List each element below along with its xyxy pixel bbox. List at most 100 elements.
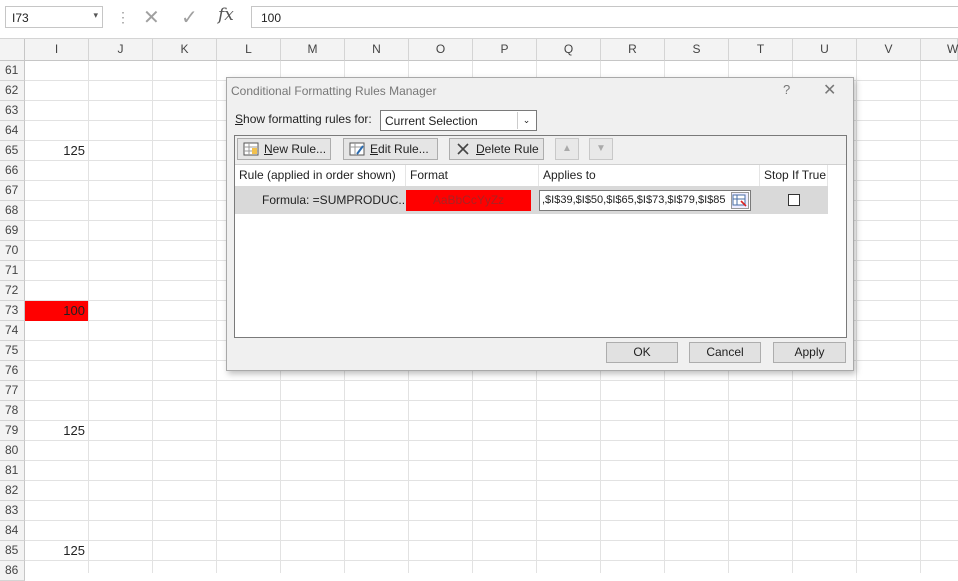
row-header-67[interactable]: 67 bbox=[0, 181, 25, 201]
column-header-u[interactable]: U bbox=[793, 39, 857, 61]
cancel-button[interactable]: Cancel bbox=[689, 342, 761, 363]
name-box[interactable]: I73 ▾ bbox=[5, 6, 103, 28]
cell-i85[interactable]: 125 bbox=[25, 541, 88, 561]
column-header-m[interactable]: M bbox=[281, 39, 345, 61]
show-rules-value: Current Selection bbox=[385, 114, 478, 128]
grid-line bbox=[25, 420, 958, 421]
row-header-77[interactable]: 77 bbox=[0, 381, 25, 401]
row-header-79[interactable]: 79 bbox=[0, 421, 25, 441]
column-header-n[interactable]: N bbox=[345, 39, 409, 61]
row-header-84[interactable]: 84 bbox=[0, 521, 25, 541]
delete-icon bbox=[457, 143, 469, 155]
row-header-83[interactable]: 83 bbox=[0, 501, 25, 521]
row-header-75[interactable]: 75 bbox=[0, 341, 25, 361]
column-header-l[interactable]: L bbox=[217, 39, 281, 61]
column-applies-to[interactable]: Applies to bbox=[539, 165, 760, 186]
column-header-p[interactable]: P bbox=[473, 39, 537, 61]
row-header-70[interactable]: 70 bbox=[0, 241, 25, 261]
column-header-t[interactable]: T bbox=[729, 39, 793, 61]
row-header-76[interactable]: 76 bbox=[0, 361, 25, 381]
grid-line bbox=[25, 540, 958, 541]
new-rule-button[interactable]: New Rule... bbox=[237, 138, 331, 160]
apply-button[interactable]: Apply bbox=[773, 342, 846, 363]
row-header-66[interactable]: 66 bbox=[0, 161, 25, 181]
column-header-q[interactable]: Q bbox=[537, 39, 601, 61]
column-header-o[interactable]: O bbox=[409, 39, 473, 61]
delete-rule-button[interactable]: Delete Rule bbox=[449, 138, 544, 160]
row-header-62[interactable]: 62 bbox=[0, 81, 25, 101]
column-format[interactable]: Format bbox=[406, 165, 539, 186]
stop-if-true-checkbox[interactable] bbox=[788, 194, 800, 206]
row-header-81[interactable]: 81 bbox=[0, 461, 25, 481]
row-header-71[interactable]: 71 bbox=[0, 261, 25, 281]
column-header-v[interactable]: V bbox=[857, 39, 921, 61]
help-icon[interactable]: ? bbox=[783, 82, 790, 97]
formula-bar: I73 ▾ ⋮ ✕ ✓ fx 100 bbox=[0, 0, 958, 39]
move-down-button[interactable]: ▼ bbox=[589, 138, 613, 160]
grid-line bbox=[25, 480, 958, 481]
rule-description: Formula: =SUMPRODUC... bbox=[262, 193, 409, 207]
row-header-65[interactable]: 65 bbox=[0, 141, 25, 161]
grid-line bbox=[88, 61, 89, 573]
range-selector-icon[interactable] bbox=[731, 192, 749, 209]
move-up-button[interactable]: ▲ bbox=[555, 138, 579, 160]
row-header-63[interactable]: 63 bbox=[0, 101, 25, 121]
show-rules-label: Show formatting rules for: bbox=[235, 112, 372, 126]
grid-line bbox=[25, 400, 958, 401]
applies-to-field[interactable]: ,$I$39,$I$50,$I$65,$I$73,$I$79,$I$85 bbox=[539, 190, 751, 211]
formula-input[interactable]: 100 bbox=[251, 6, 958, 28]
row-header-61[interactable]: 61 bbox=[0, 61, 25, 81]
show-rules-select[interactable]: Current Selection ⌄ bbox=[380, 110, 537, 131]
row-header-73[interactable]: 73 bbox=[0, 301, 25, 321]
column-stop-if-true[interactable]: Stop If True bbox=[760, 165, 828, 186]
cell-i65[interactable]: 125 bbox=[25, 141, 88, 161]
row-header-85[interactable]: 85 bbox=[0, 541, 25, 561]
check-icon[interactable]: ✓ bbox=[181, 5, 198, 30]
conditional-formatting-dialog: Conditional Formatting Rules Manager ? ✕… bbox=[226, 77, 854, 371]
column-header-k[interactable]: K bbox=[153, 39, 217, 61]
row-header-69[interactable]: 69 bbox=[0, 221, 25, 241]
show-rules-label-rest: how formatting rules for: bbox=[243, 112, 372, 126]
row-header-78[interactable]: 78 bbox=[0, 401, 25, 421]
chevron-down-icon[interactable]: ▾ bbox=[93, 10, 98, 21]
close-icon[interactable]: ✕ bbox=[823, 80, 836, 100]
edit-rule-icon bbox=[349, 142, 365, 156]
ok-button[interactable]: OK bbox=[606, 342, 678, 363]
edit-rule-button[interactable]: Edit Rule... bbox=[343, 138, 438, 160]
applies-to-value: ,$I$39,$I$50,$I$65,$I$73,$I$79,$I$85 bbox=[542, 194, 726, 206]
cell-i73-selected[interactable]: 100 bbox=[25, 301, 88, 321]
row-header-74[interactable]: 74 bbox=[0, 321, 25, 341]
row-header-86[interactable]: 86 bbox=[0, 561, 25, 581]
format-preview: AaBbCcYyZz bbox=[406, 190, 531, 211]
grid-line bbox=[25, 560, 958, 561]
column-header-i[interactable]: I bbox=[25, 39, 89, 61]
name-box-value: I73 bbox=[12, 11, 29, 25]
rules-toolbar: New Rule... Edit Rule... Delete Rule ▲ ▼ bbox=[235, 136, 846, 165]
grid-line bbox=[25, 440, 958, 441]
insert-function-icon[interactable]: fx bbox=[218, 5, 234, 25]
grid-line bbox=[25, 460, 958, 461]
column-header-w[interactable]: W bbox=[921, 39, 958, 61]
formula-value: 100 bbox=[261, 11, 282, 25]
row-header-82[interactable]: 82 bbox=[0, 481, 25, 501]
cancel-icon[interactable]: ✕ bbox=[143, 5, 160, 30]
column-rule[interactable]: Rule (applied in order shown) bbox=[235, 165, 406, 186]
new-rule-label: New Rule... bbox=[264, 142, 327, 156]
select-all-corner[interactable] bbox=[0, 39, 25, 61]
chevron-down-icon[interactable]: ⌄ bbox=[517, 112, 535, 129]
grid-line bbox=[25, 380, 958, 381]
cell-i79[interactable]: 125 bbox=[25, 421, 88, 441]
edit-rule-label: Edit Rule... bbox=[370, 142, 429, 156]
column-header-r[interactable]: R bbox=[601, 39, 665, 61]
grid-line bbox=[25, 520, 958, 521]
new-rule-icon bbox=[243, 142, 259, 156]
column-header-s[interactable]: S bbox=[665, 39, 729, 61]
column-header-j[interactable]: J bbox=[89, 39, 153, 61]
row-header-72[interactable]: 72 bbox=[0, 281, 25, 301]
rule-row[interactable]: Formula: =SUMPRODUC... AaBbCcYyZz ,$I$39… bbox=[235, 186, 828, 214]
row-header-64[interactable]: 64 bbox=[0, 121, 25, 141]
row-header-68[interactable]: 68 bbox=[0, 201, 25, 221]
grid-line bbox=[920, 61, 921, 573]
dialog-title: Conditional Formatting Rules Manager bbox=[231, 84, 437, 98]
row-header-80[interactable]: 80 bbox=[0, 441, 25, 461]
